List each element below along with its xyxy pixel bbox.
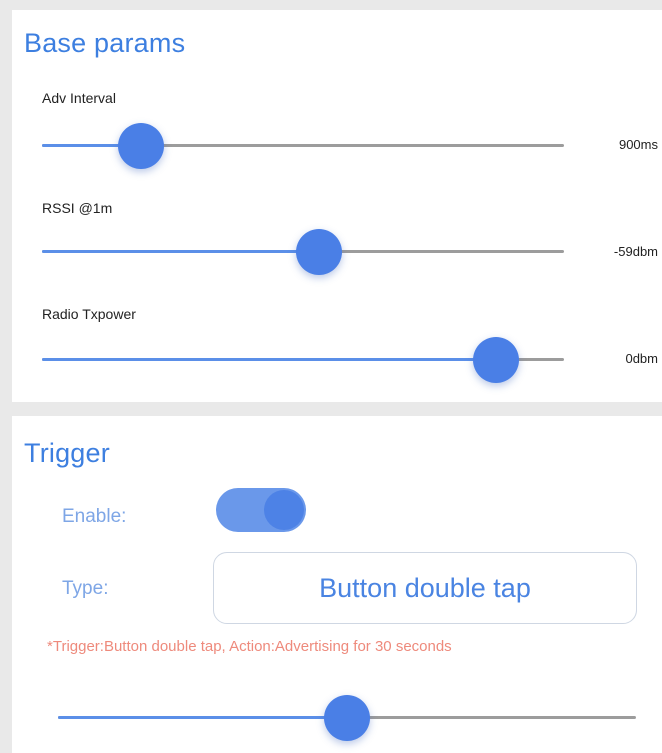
- base-params-title: Base params: [24, 28, 186, 58]
- trigger-title: Trigger: [24, 438, 110, 468]
- radio-txpower-slider[interactable]: [42, 337, 564, 383]
- enable-toggle[interactable]: [216, 488, 306, 532]
- trigger-card: Trigger Enable: Type: Button double tap …: [12, 416, 662, 753]
- base-params-card: Base params Adv Interval 900ms RSSI @1m …: [12, 10, 662, 402]
- adv-interval-value: 900ms: [618, 137, 658, 152]
- adv-interval-label: Adv Interval: [42, 90, 116, 106]
- adv-interval-slider[interactable]: [42, 123, 564, 169]
- type-label: Type:: [62, 578, 109, 599]
- slider-fill: [42, 250, 319, 253]
- slider-thumb[interactable]: [473, 337, 520, 383]
- enable-label: Enable:: [62, 506, 127, 527]
- radio-txpower-value: 0dbm: [625, 351, 658, 366]
- rssi-value: -59dbm: [613, 244, 658, 259]
- rssi-label: RSSI @1m: [42, 200, 113, 216]
- radio-txpower-label: Radio Txpower: [42, 306, 136, 322]
- slider-thumb[interactable]: [295, 229, 342, 275]
- rssi-slider[interactable]: [42, 229, 564, 275]
- slider-fill: [58, 716, 347, 719]
- trigger-slider[interactable]: [58, 695, 636, 741]
- slider-thumb[interactable]: [324, 695, 370, 741]
- trigger-hint-text: *Trigger:Button double tap, Action:Adver…: [47, 638, 452, 655]
- trigger-type-select[interactable]: Button double tap: [213, 552, 637, 624]
- slider-thumb[interactable]: [118, 123, 165, 169]
- slider-fill: [42, 358, 497, 361]
- toggle-knob: [264, 490, 304, 530]
